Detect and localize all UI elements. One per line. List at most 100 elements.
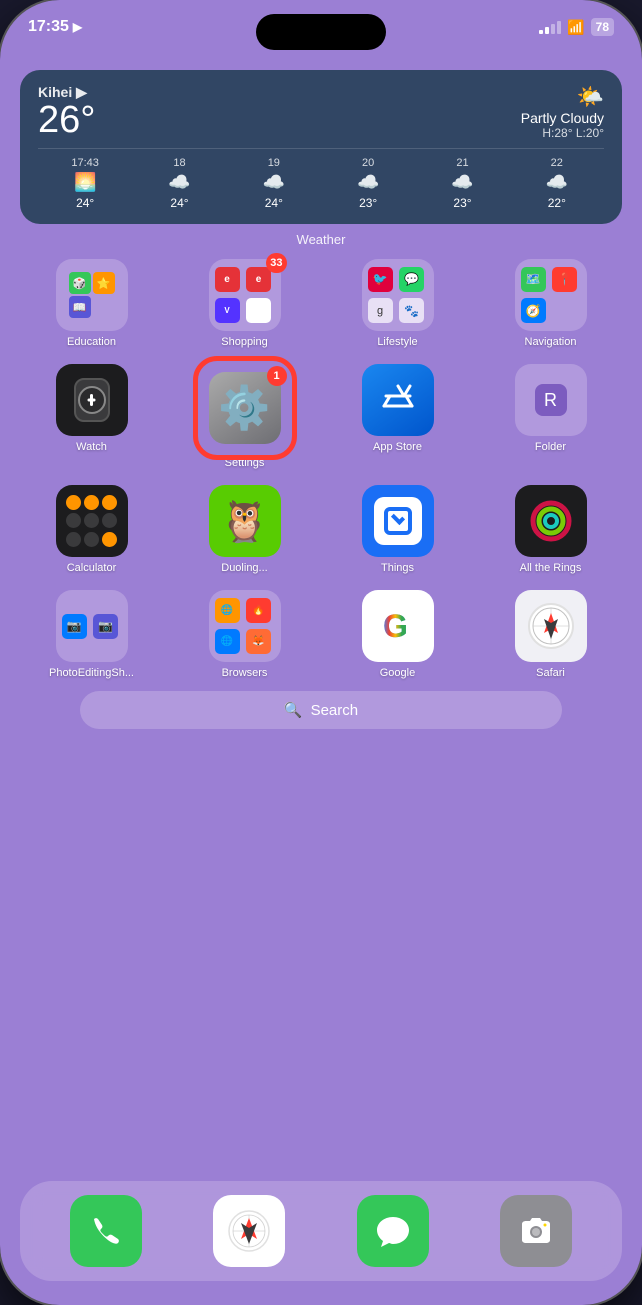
- app-folder[interactable]: R Folder: [479, 364, 622, 469]
- weather-widget-label: Weather: [20, 232, 622, 247]
- things-icon: [362, 485, 434, 557]
- dock: [20, 1181, 622, 1281]
- calculator-label: Calculator: [67, 562, 117, 574]
- dynamic-island: [256, 14, 386, 50]
- forecast-icon-2: ☁️: [227, 172, 321, 193]
- signal-bar-3: [551, 24, 555, 34]
- location-arrow-icon: ▶: [73, 20, 82, 34]
- forecast-item-2: 19 ☁️ 24°: [227, 157, 321, 210]
- forecast-temp-2: 24°: [227, 196, 321, 210]
- photoediting-label: PhotoEditingSh...: [49, 667, 134, 679]
- weather-top: Kihei ▶ 26° 🌤️ Partly Cloudy H:28° L:20°: [38, 84, 604, 140]
- safari-app-label: Safari: [536, 667, 565, 679]
- time-display: 17:35: [28, 18, 69, 36]
- city-name: Kihei: [38, 84, 72, 100]
- app-google[interactable]: G G Google: [326, 590, 469, 679]
- duolingo-label: Duoling...: [221, 562, 267, 574]
- forecast-icon-4: ☁️: [415, 172, 509, 193]
- forecast-time-3: 20: [321, 157, 415, 169]
- lifestyle-icon: 🐦 💬 g 🐾: [362, 259, 434, 331]
- search-bar[interactable]: 🔍 Search: [80, 691, 562, 729]
- search-icon: 🔍: [284, 701, 303, 719]
- forecast-time-1: 18: [132, 157, 226, 169]
- screen-content: Kihei ▶ 26° 🌤️ Partly Cloudy H:28° L:20°: [0, 60, 642, 1305]
- forecast-item-0: 17:43 🌅 24°: [38, 157, 132, 210]
- temperature-display: 26°: [38, 101, 95, 139]
- shopping-icon: e e V 33: [209, 259, 281, 331]
- forecast-temp-1: 24°: [132, 196, 226, 210]
- navigation-icon: 🗺️ 📍 🧭: [515, 259, 587, 331]
- rings-icon: [515, 485, 587, 557]
- lifestyle-label: Lifestyle: [377, 336, 417, 348]
- forecast-temp-5: 22°: [510, 196, 604, 210]
- forecast-temp-3: 23°: [321, 196, 415, 210]
- photoediting-icon: 📷 📷: [56, 590, 128, 662]
- shopping-label: Shopping: [221, 336, 268, 348]
- app-safari[interactable]: Safari: [479, 590, 622, 679]
- battery-indicator: 78: [591, 18, 614, 36]
- phone-device: 17:35 ▶ 📶 78: [0, 0, 642, 1305]
- weather-hilo: H:28° L:20°: [521, 126, 604, 140]
- dock-phone[interactable]: [70, 1195, 142, 1267]
- forecast-time-4: 21: [415, 157, 509, 169]
- forecast-time-0: 17:43: [38, 157, 132, 169]
- browsers-label: Browsers: [222, 667, 268, 679]
- app-shopping[interactable]: e e V 33 Shopping: [173, 259, 316, 348]
- weather-forecast: 17:43 🌅 24° 18 ☁️ 24° 19 ☁️ 24°: [38, 148, 604, 210]
- app-education[interactable]: 🎲 ⭐ 📖 Education: [20, 259, 163, 348]
- appstore-label: App Store: [373, 441, 422, 453]
- forecast-icon-1: ☁️: [132, 172, 226, 193]
- browsers-icon: 🌐 🔥 🌐 🦊: [209, 590, 281, 662]
- weather-left: Kihei ▶ 26°: [38, 84, 95, 139]
- signal-bar-2: [545, 27, 549, 34]
- signal-bar-4: [557, 21, 561, 34]
- app-watch[interactable]: Watch: [20, 364, 163, 469]
- app-rings[interactable]: All the Rings: [479, 485, 622, 574]
- appstore-icon: [362, 364, 434, 436]
- search-label: Search: [311, 702, 359, 719]
- weather-location: Kihei ▶: [38, 84, 95, 101]
- status-right: 📶 78: [539, 18, 614, 36]
- app-duolingo[interactable]: 🦉 Duoling...: [173, 485, 316, 574]
- folder-icon: R: [515, 364, 587, 436]
- low-temp: L:20°: [576, 126, 604, 140]
- forecast-item-3: 20 ☁️ 23°: [321, 157, 415, 210]
- navigation-label: Navigation: [525, 336, 577, 348]
- phone-screen: 17:35 ▶ 📶 78: [0, 0, 642, 1305]
- forecast-time-5: 22: [510, 157, 604, 169]
- forecast-item-1: 18 ☁️ 24°: [132, 157, 226, 210]
- watch-icon: [56, 364, 128, 436]
- forecast-time-2: 19: [227, 157, 321, 169]
- svg-text:G: G: [383, 608, 408, 644]
- forecast-item-5: 22 ☁️ 22°: [510, 157, 604, 210]
- forecast-temp-0: 24°: [38, 196, 132, 210]
- safari-icon: [515, 590, 587, 662]
- high-temp: H:28°: [542, 126, 572, 140]
- app-photoediting[interactable]: 📷 📷 PhotoEditingSh...: [20, 590, 163, 679]
- weather-condition: Partly Cloudy: [521, 110, 604, 126]
- signal-bars: [539, 21, 561, 34]
- folder-label: Folder: [535, 441, 566, 453]
- location-icon: ▶: [76, 84, 87, 100]
- dock-camera[interactable]: [500, 1195, 572, 1267]
- app-appstore[interactable]: App Store: [326, 364, 469, 469]
- app-lifestyle[interactable]: 🐦 💬 g 🐾 Lifestyle: [326, 259, 469, 348]
- sun-icon: 🌤️: [521, 84, 604, 110]
- forecast-icon-0: 🌅: [38, 172, 132, 193]
- app-calculator[interactable]: Calculator: [20, 485, 163, 574]
- settings-badge: 1: [267, 366, 287, 386]
- forecast-temp-4: 23°: [415, 196, 509, 210]
- duolingo-icon: 🦉: [209, 485, 281, 557]
- app-navigation[interactable]: 🗺️ 📍 🧭 Navigation: [479, 259, 622, 348]
- weather-widget[interactable]: Kihei ▶ 26° 🌤️ Partly Cloudy H:28° L:20°: [20, 70, 622, 224]
- things-label: Things: [381, 562, 414, 574]
- app-settings[interactable]: ⚙️ 1 Settings: [173, 364, 316, 469]
- dock-safari[interactable]: [213, 1195, 285, 1267]
- weather-right: 🌤️ Partly Cloudy H:28° L:20°: [521, 84, 604, 140]
- dock-messages[interactable]: [357, 1195, 429, 1267]
- app-browsers[interactable]: 🌐 🔥 🌐 🦊 Browsers: [173, 590, 316, 679]
- settings-label: Settings: [225, 457, 265, 469]
- app-things[interactable]: Things: [326, 485, 469, 574]
- forecast-icon-5: ☁️: [510, 172, 604, 193]
- app-grid: 🎲 ⭐ 📖 Education e e V 33: [20, 259, 622, 679]
